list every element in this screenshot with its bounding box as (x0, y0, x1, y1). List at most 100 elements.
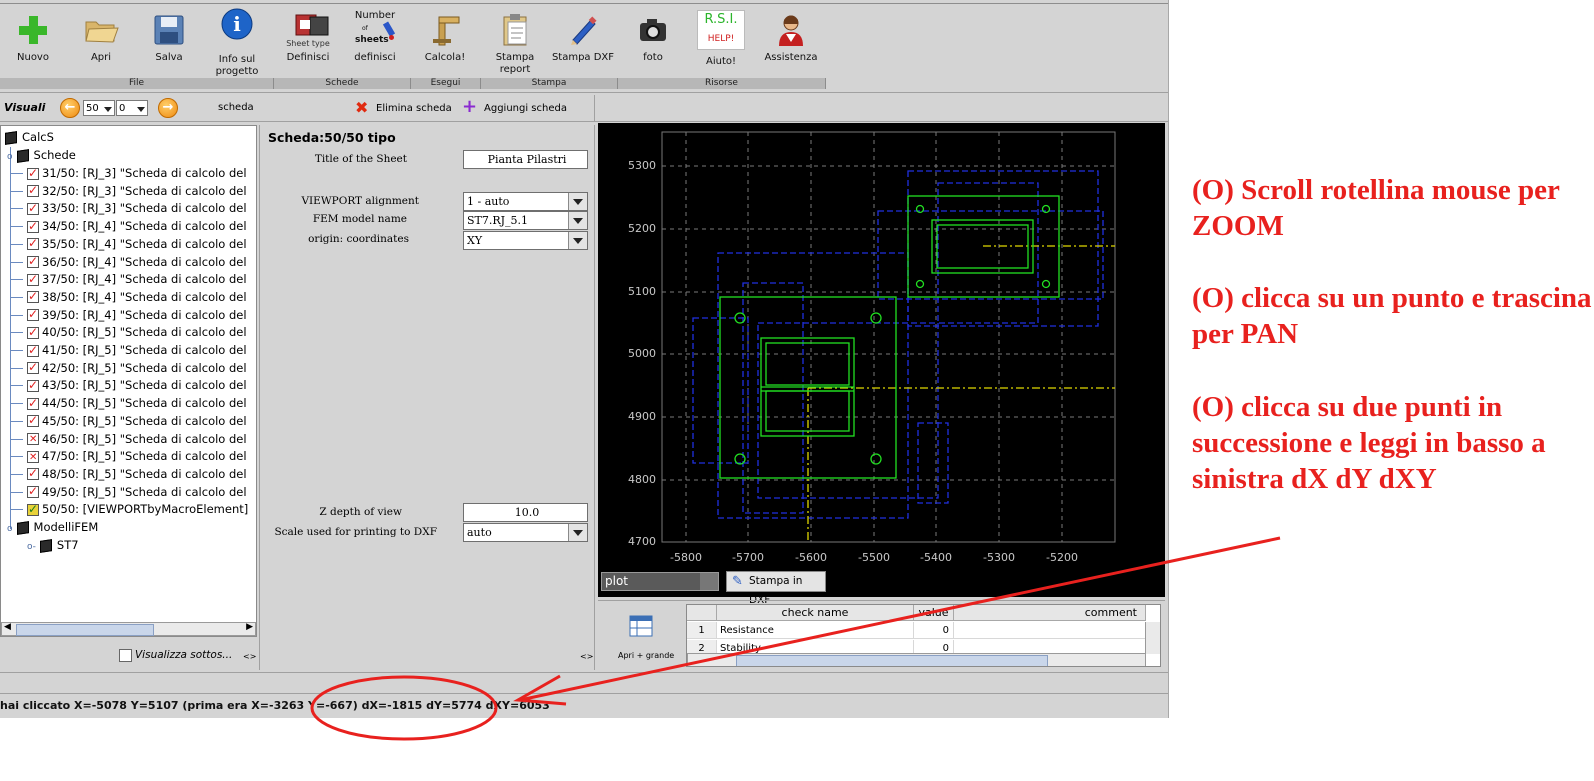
tree-connector (10, 456, 23, 458)
aggiungi-scheda-button[interactable]: Aggiungi scheda (484, 103, 567, 114)
title-of-sheet-input[interactable]: Pianta Pilastri (463, 150, 588, 169)
scale-dxf-select[interactable]: auto (463, 523, 588, 542)
plot-blue-outlines (692, 170, 1104, 519)
tree-item-sheet[interactable]: 33/50: [RJ_3] "Scheda di calcolo del (10, 200, 247, 217)
stampa-report-button[interactable]: Stampa report (482, 8, 548, 76)
z-depth-input[interactable]: 10.0 (463, 503, 588, 522)
chevron-down-icon[interactable] (568, 193, 587, 210)
viewport-alignment-select[interactable]: 1 - auto (463, 192, 588, 211)
scroll-left-icon[interactable]: ◀ (4, 622, 11, 632)
origin-coordinates-select[interactable]: XY (463, 231, 588, 250)
scrollbar-thumb[interactable] (736, 655, 1048, 666)
tree-node-schede[interactable]: o Schede (7, 147, 76, 164)
tree-item-sheet[interactable]: 48/50: [RJ_5] "Scheda di calcolo del (10, 465, 247, 483)
scrollbar-thumb[interactable] (16, 624, 154, 636)
row-1-comment[interactable] (954, 622, 1146, 639)
col-header-check-name[interactable]: check name (717, 605, 914, 621)
definisci-button[interactable]: Sheet type Definisci (275, 8, 341, 64)
tree-item-label: 35/50: [RJ_4] "Scheda di calcolo del (42, 236, 247, 251)
plot-mode-select[interactable]: plot (601, 572, 719, 591)
plot-mode-value: plot (605, 574, 628, 588)
splitter-left[interactable] (259, 125, 260, 670)
apri-button[interactable]: Apri (68, 8, 134, 64)
plot-canvas[interactable] (598, 123, 1165, 597)
tree-connector (10, 509, 23, 511)
tree-item-label: 34/50: [RJ_4] "Scheda di calcolo del (42, 219, 247, 234)
salva-button[interactable]: Salva (136, 8, 202, 64)
y-tick-label: 4700 (628, 535, 656, 548)
next-sheet-button[interactable]: → (158, 98, 178, 118)
tree-item-sheet[interactable]: 45/50: [RJ_5] "Scheda di calcolo del (10, 412, 247, 430)
calcola-button[interactable]: Calcola! (412, 8, 478, 64)
tree-item-sheet[interactable]: 38/50: [RJ_4] "Scheda di calcolo del (10, 288, 247, 306)
chevron-down-icon[interactable] (568, 524, 587, 541)
sheet-type-sublabel: Sheet type (286, 38, 330, 48)
tree-connector (10, 190, 23, 192)
checks-table[interactable]: check name value comment 1 Resistance 0 … (686, 604, 1161, 667)
tree-item-sheet[interactable]: 46/50: [RJ_5] "Scheda di calcolo del (10, 431, 247, 448)
y-tick-label: 4900 (628, 410, 656, 423)
nav-divider (594, 95, 595, 121)
row-1-value[interactable]: 0 (914, 622, 954, 639)
table-horizontal-scrollbar[interactable] (687, 653, 1146, 666)
tree-horizontal-scrollbar[interactable]: ◀ ▶ (1, 622, 256, 636)
stampa-dxf-label: Stampa DXF (551, 52, 615, 63)
tree-item-sheet[interactable]: 37/50: [RJ_4] "Scheda di calcolo del (10, 271, 247, 288)
stampa-dxf-button[interactable]: Stampa DXF (550, 8, 616, 64)
tree-item-sheet[interactable]: 44/50: [RJ_5] "Scheda di calcolo del (10, 395, 247, 412)
tree-item-sheet[interactable]: 41/50: [RJ_5] "Scheda di calcolo del (10, 342, 247, 359)
tree-connector (10, 491, 23, 493)
nav-bar: Visuali ← 50 0 → scheda ✖ Elimina scheda… (0, 95, 1168, 121)
col-header-comment[interactable]: comment (954, 605, 1146, 621)
project-tree[interactable]: CalcS o Schede 31/50: [RJ_3] "Scheda di c… (0, 125, 257, 637)
elimina-scheda-button[interactable]: Elimina scheda (376, 103, 452, 114)
splitter-right[interactable] (594, 125, 595, 670)
aiuto-label: Aiuto! (705, 56, 736, 67)
sheet-index-spinner[interactable]: 0 (116, 100, 148, 116)
stampa-in-dxf-button[interactable]: ✎ Stampa in DXF (726, 571, 826, 606)
tree-root[interactable]: CalcS (5, 129, 54, 146)
foto-button[interactable]: foto (620, 8, 686, 64)
table-vertical-scrollbar[interactable] (1145, 622, 1160, 654)
chevron-down-icon[interactable] (568, 232, 587, 249)
folder-open-icon (85, 21, 119, 43)
tree-item-label: 48/50: [RJ_5] "Scheda di calcolo del (42, 466, 247, 481)
col-header-value[interactable]: value (914, 605, 954, 621)
chevron-down-icon[interactable] (700, 573, 718, 590)
prev-sheet-button[interactable]: ← (60, 98, 80, 118)
tree-item-sheet[interactable]: 34/50: [RJ_4] "Scheda di calcolo del (10, 218, 247, 235)
chevron-down-icon[interactable] (568, 212, 587, 229)
scroll-right-icon[interactable]: ▶ (246, 622, 253, 632)
visuali-label: Visuali (4, 101, 46, 114)
aiuto-button[interactable]: R.S.I. HELP! Aiuto! (688, 8, 754, 68)
definisci-sheets-button[interactable]: Number of sheets definisci (342, 8, 408, 64)
form-resize-arrows[interactable]: <> (580, 652, 593, 661)
tree-node-st7[interactable]: o- ST7 (27, 537, 79, 554)
tree-schede-label: Schede (33, 148, 76, 162)
row-1-name[interactable]: Resistance (717, 622, 914, 639)
assistenza-button[interactable]: Assistenza (758, 8, 824, 64)
nuovo-button[interactable]: Nuovo (0, 8, 66, 64)
tree-item-sheet[interactable]: 49/50: [RJ_5] "Scheda di calcolo del (10, 483, 247, 501)
apri-grande-button[interactable]: Apri + grande (618, 651, 674, 660)
tree-item-label: 31/50: [RJ_3] "Scheda di calcolo del (42, 166, 247, 180)
tree-resize-arrows[interactable]: <> (243, 652, 256, 661)
fem-model-select[interactable]: ST7.RJ_5.1 (463, 211, 588, 230)
sheet-count-spinner[interactable]: 50 (83, 100, 115, 116)
tree-item-sheet[interactable]: 43/50: [RJ_5] "Scheda di calcolo del (10, 377, 247, 394)
visualizza-checkbox[interactable] (119, 649, 132, 662)
viewport-plot[interactable]: 5300 5200 5100 5000 4900 4800 4700 -5800 -5700 -… (598, 123, 1165, 606)
tree-item-sheet[interactable]: 40/50: [RJ_5] "Scheda di calcolo del (10, 324, 247, 341)
tree-item-sheet[interactable]: 50/50: [VIEWPORTbyMacroElement] (10, 501, 248, 518)
tree-item-sheet[interactable]: 31/50: [RJ_3] "Scheda di calcolo del (10, 165, 247, 182)
tree-item-sheet[interactable]: 36/50: [RJ_4] "Scheda di calcolo del (10, 253, 247, 271)
tree-item-sheet[interactable]: 35/50: [RJ_4] "Scheda di calcolo del (10, 235, 247, 253)
col-header-index[interactable] (687, 605, 717, 621)
info-button[interactable]: i Info sul progetto (204, 2, 270, 78)
tree-item-sheet[interactable]: 47/50: [RJ_5] "Scheda di calcolo del (10, 448, 247, 466)
check-icon (27, 377, 39, 394)
tree-item-sheet[interactable]: 39/50: [RJ_4] "Scheda di calcolo del (10, 306, 247, 324)
tree-item-sheet[interactable]: 32/50: [RJ_3] "Scheda di calcolo del (10, 182, 247, 200)
tree-node-modellifem[interactable]: o ModelliFEM (7, 519, 98, 536)
tree-item-sheet[interactable]: 42/50: [RJ_5] "Scheda di calcolo del (10, 359, 247, 377)
